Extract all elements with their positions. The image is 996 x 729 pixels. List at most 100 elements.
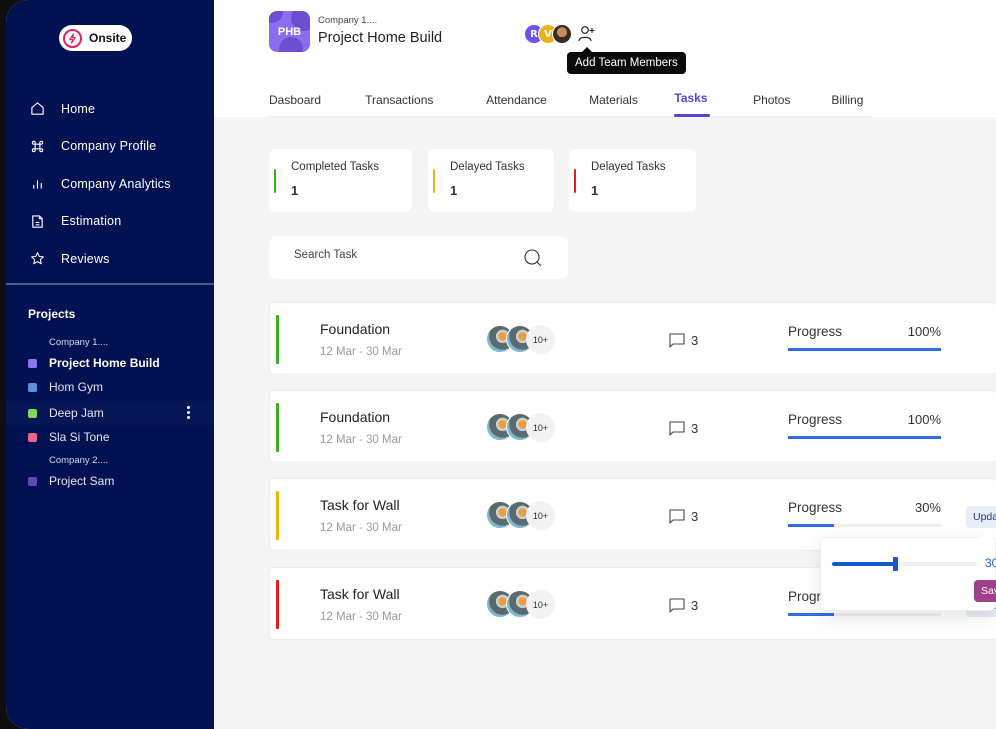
- progress-value: 30%: [914, 500, 941, 515]
- sidebar-item-company-analytics[interactable]: Company Analytics: [6, 165, 214, 203]
- sidebar-item-label: Company Profile: [61, 139, 157, 154]
- tab-materials[interactable]: Materials: [589, 88, 674, 117]
- sidebar-item-company-profile[interactable]: Company Profile: [6, 128, 214, 166]
- comment-count: 3: [691, 332, 699, 348]
- tab-transactions[interactable]: Transactions: [365, 88, 486, 117]
- task-team-avatars[interactable]: 10+: [486, 413, 555, 442]
- update-progress-button[interactable]: Update: [966, 506, 996, 528]
- progress-fill: [788, 348, 941, 351]
- project-color-swatch: [28, 358, 37, 368]
- progress-bar: [788, 348, 941, 351]
- project-item-sla-si-tone[interactable]: Sla Si Tone: [6, 425, 214, 449]
- task-name: Task for Wall: [320, 497, 400, 513]
- tab-attendance[interactable]: Attendance: [486, 88, 589, 117]
- status-indicator: [276, 403, 279, 452]
- stat-label: Delayed Tasks: [450, 161, 525, 173]
- task-team-avatars[interactable]: 10+: [486, 325, 555, 354]
- project-item-deep-jam[interactable]: Deep Jam: [6, 401, 214, 425]
- slider-thumb[interactable]: [893, 557, 899, 571]
- progress-slider[interactable]: [832, 557, 977, 571]
- progress-fill: [788, 436, 941, 439]
- onsite-logo[interactable]: Onsite: [59, 25, 132, 51]
- sidebar-item-label: Company Analytics: [61, 176, 171, 191]
- stat-label: Delayed Tasks: [591, 161, 666, 173]
- more-options-icon[interactable]: [187, 406, 190, 419]
- search-input[interactable]: [294, 249, 514, 261]
- project-color-swatch: [28, 382, 37, 392]
- project-item-project-sam[interactable]: Project Sam: [6, 469, 214, 493]
- company-group-label: Company 1....: [49, 337, 109, 348]
- stat-value: 1: [450, 183, 458, 198]
- project-color-swatch: [28, 432, 37, 442]
- tab-dashboard[interactable]: Dasboard: [269, 88, 365, 117]
- comments-button[interactable]: 3: [668, 419, 698, 437]
- progress-bar: [788, 436, 941, 439]
- task-row[interactable]: Foundation 12 Mar - 30 Mar 10+ 3 Progres…: [269, 302, 996, 375]
- status-indicator: [274, 169, 276, 193]
- tab-photos[interactable]: Photos: [753, 88, 831, 117]
- progress-label: Progress: [788, 324, 843, 339]
- project-name: Project Home Build: [49, 356, 160, 370]
- status-indicator: [574, 169, 576, 193]
- sidebar-divider: [6, 283, 214, 285]
- progress-value: 100%: [907, 412, 941, 427]
- progress-value: 100%: [907, 324, 941, 339]
- progress-label: Progress: [788, 412, 843, 427]
- search-icon[interactable]: [523, 248, 543, 268]
- comments-button[interactable]: 3: [668, 331, 698, 349]
- task-dates: 12 Mar - 30 Mar: [320, 611, 402, 623]
- slider-value: 30%: [985, 556, 996, 570]
- add-team-member-icon[interactable]: [577, 24, 597, 44]
- comment-count: 3: [691, 508, 699, 524]
- progress-label: Progress: [788, 500, 843, 515]
- more-members-badge: 10+: [526, 325, 555, 354]
- project-item-project-home-build[interactable]: Project Home Build: [6, 351, 214, 375]
- add-team-members-tooltip: Add Team Members: [567, 47, 686, 74]
- comments-button[interactable]: 3: [668, 507, 698, 525]
- task-row[interactable]: Foundation 12 Mar - 30 Mar 10+ 3 Progres…: [269, 390, 996, 463]
- logo-text: Onsite: [89, 31, 127, 45]
- stat-value: 1: [291, 183, 299, 198]
- team-avatars[interactable]: R V: [524, 24, 572, 44]
- project-name: Hom Gym: [49, 380, 103, 394]
- project-header: PHB Company 1.... Project Home Build R V…: [214, 0, 996, 117]
- save-button[interactable]: Save: [974, 580, 996, 602]
- bar-chart-icon: [29, 176, 45, 192]
- company-group-label: Company 2....: [49, 455, 109, 466]
- project-item-hom-gym[interactable]: Hom Gym: [6, 375, 214, 399]
- sidebar-item-label: Home: [61, 101, 96, 116]
- more-members-badge: 10+: [526, 590, 555, 619]
- project-tabs: Dasboard Transactions Attendance Materia…: [269, 88, 871, 117]
- project-name: Sla Si Tone: [49, 430, 110, 444]
- task-name: Task for Wall: [320, 586, 400, 602]
- task-name: Foundation: [320, 409, 391, 425]
- sidebar-item-label: Reviews: [61, 251, 110, 266]
- sidebar: Onsite Home Company Profile Company Anal…: [6, 0, 214, 729]
- progress-bar: [788, 613, 941, 616]
- status-indicator: [433, 169, 435, 193]
- tab-billing[interactable]: Billing: [831, 88, 871, 117]
- tab-tasks[interactable]: Tasks: [674, 88, 710, 117]
- stat-card-delayed-tasks: Delayed Tasks 1: [428, 149, 554, 212]
- project-initials: PHB: [277, 25, 302, 38]
- task-team-avatars[interactable]: 10+: [486, 590, 555, 619]
- project-company: Company 1....: [318, 15, 378, 26]
- progress-fill: [788, 524, 834, 527]
- comment-icon: [669, 421, 685, 436]
- task-dates: 12 Mar - 30 Mar: [320, 522, 402, 534]
- stat-value: 1: [591, 183, 599, 198]
- comment-icon: [669, 509, 685, 524]
- project-color-swatch: [28, 408, 37, 418]
- stat-label: Completed Tasks: [291, 161, 379, 173]
- comments-button[interactable]: 3: [668, 596, 698, 614]
- projects-heading: Projects: [28, 307, 76, 321]
- task-team-avatars[interactable]: 10+: [486, 501, 555, 530]
- slider-fill: [832, 562, 896, 566]
- project-color-swatch: [28, 476, 37, 486]
- sidebar-item-label: Estimation: [61, 214, 122, 229]
- sidebar-item-home[interactable]: Home: [6, 90, 214, 128]
- search-task-box: [269, 236, 568, 279]
- star-icon: [29, 251, 45, 267]
- sidebar-item-reviews[interactable]: Reviews: [6, 240, 214, 278]
- sidebar-item-estimation[interactable]: Estimation: [6, 203, 214, 241]
